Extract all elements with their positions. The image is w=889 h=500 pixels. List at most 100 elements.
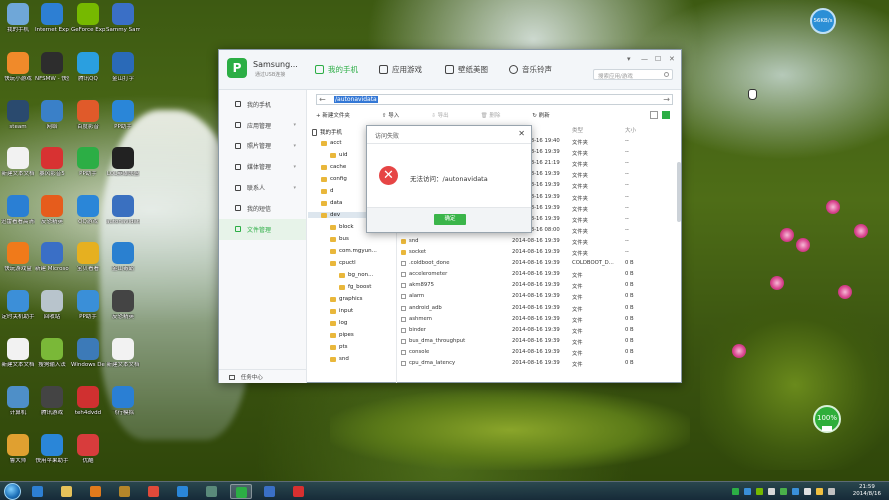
desktop-icon[interactable]: 宝贝看看	[71, 242, 105, 272]
desktop-icon[interactable]: 回收站	[35, 290, 69, 320]
tree-node[interactable]: fg_boost	[339, 284, 371, 290]
refresh-button[interactable]: ↻ 刷新	[532, 111, 565, 121]
desktop-icon[interactable]: 定时关机助手	[1, 290, 35, 320]
desktop-icon[interactable]: LOL英雄联盟	[106, 147, 140, 177]
chrome-taskbar[interactable]	[143, 484, 165, 499]
tray-flag-icon[interactable]	[768, 488, 775, 495]
file-row[interactable]: binder 2014-08-16 19:39 文件 0 B	[397, 325, 676, 336]
lips-taskbar[interactable]	[288, 484, 310, 499]
sidebar-item-contacts[interactable]: 联系人 ▾	[219, 177, 306, 198]
tree-node[interactable]: bus	[330, 236, 349, 242]
tree-node[interactable]: com.mgyun...	[330, 248, 377, 254]
path-bar[interactable]: ← /autonavidata →	[316, 94, 673, 105]
desktop-icon[interactable]: 新建文本文档	[1, 338, 35, 368]
desktop-icon[interactable]: 新建文本文档	[106, 338, 140, 368]
export-button[interactable]: ⇩ 导出	[431, 111, 464, 121]
tab-my-phone[interactable]: 我的手机	[315, 64, 358, 75]
desktop-icon[interactable]: 快玩游戏盒	[1, 242, 35, 272]
battery-widget[interactable]: 100%	[813, 405, 841, 433]
sidebar-item-media[interactable]: 媒体管理 ▾	[219, 156, 306, 177]
sidebar-item-apps[interactable]: 应用管理 ▾	[219, 115, 306, 136]
tree-node[interactable]: input	[330, 308, 353, 314]
desktop-icon[interactable]: 网络	[35, 100, 69, 130]
file-row[interactable]: accelerometer 2014-08-16 19:39 文件 0 B	[397, 269, 676, 280]
media-player-taskbar[interactable]	[85, 484, 107, 499]
tree-node[interactable]: cache	[321, 164, 346, 170]
list-view-icon[interactable]	[662, 111, 670, 119]
desktop-icon[interactable]: 腾讯QQ	[71, 52, 105, 82]
desktop-icon[interactable]: 反恐精英	[35, 195, 69, 225]
file-row[interactable]: console 2014-08-16 19:39 文件 0 B	[397, 347, 676, 358]
sidebar-item-my-phone[interactable]: 我的手机	[219, 94, 306, 115]
tree-node[interactable]: cpuctl	[330, 260, 356, 266]
close-icon[interactable]: ✕	[518, 129, 525, 138]
scrollbar[interactable]	[677, 162, 681, 222]
task-center-button[interactable]: 任务中心	[219, 369, 307, 383]
sidebar-item-files[interactable]: 文件管理	[219, 218, 306, 240]
column-header-type[interactable]: 类型	[572, 126, 583, 135]
new-folder-button[interactable]: + 新建文件夹	[316, 111, 366, 121]
file-row[interactable]: akm8975 2014-08-16 19:39 文件 0 B	[397, 280, 676, 291]
desktop-icon[interactable]: GeForce Experience	[71, 3, 105, 33]
tree-node[interactable]: bg_non...	[339, 272, 373, 278]
import-button[interactable]: ⇧ 导入	[382, 111, 415, 121]
tree-node[interactable]: snd	[330, 356, 349, 362]
tree-node[interactable]: graphics	[330, 296, 363, 302]
desktop-icon[interactable]: PP助手	[71, 147, 105, 177]
desktop-icon[interactable]: NFSMW - 快捷方式	[35, 52, 69, 82]
maximize-button[interactable]: ☐	[655, 55, 661, 63]
desktop-icon[interactable]: 新建 Microsoft Word	[35, 242, 69, 272]
path-input[interactable]: /autonavidata	[334, 96, 378, 103]
tree-node[interactable]: acct	[321, 140, 342, 146]
kuaiyong-taskbar[interactable]	[172, 484, 194, 499]
file-row[interactable]: .coldboot_done 2014-08-16 19:39 COLDBOOT_D…	[397, 258, 676, 269]
tree-node[interactable]: pipes	[330, 332, 354, 338]
desktop-icon[interactable]: teh4dvdd	[71, 386, 105, 416]
desktop-icon[interactable]: 优酷	[71, 434, 105, 464]
folder-taskbar[interactable]	[201, 484, 223, 499]
tree-node[interactable]: d	[321, 188, 334, 194]
start-button[interactable]	[4, 483, 21, 500]
desktop-icon[interactable]: 快玩小游戏	[1, 52, 35, 82]
desktop-icon[interactable]: 鲁大师	[1, 434, 35, 464]
game-taskbar[interactable]	[114, 484, 136, 499]
file-row[interactable]: snd 2014-08-16 19:39 文件夹 --	[397, 236, 676, 247]
desktop-icon[interactable]: 反恐精英	[106, 290, 140, 320]
desktop-icon[interactable]: 搜狗输入法	[35, 338, 69, 368]
tree-node[interactable]: 我的手机	[312, 128, 342, 136]
minimize-button[interactable]: —	[641, 55, 648, 63]
samsung-taskbar[interactable]	[259, 484, 281, 499]
desktop-icon[interactable]: Windows Defender	[71, 338, 105, 368]
pp-assistant-taskbar[interactable]	[230, 484, 252, 499]
desktop-icon[interactable]: Sammy Sam	[106, 3, 140, 33]
tree-node[interactable]: uid	[330, 152, 348, 158]
tree-node[interactable]: block	[330, 224, 354, 230]
explorer-taskbar[interactable]	[56, 484, 78, 499]
desktop-icon[interactable]: autonavidata	[106, 195, 140, 225]
desktop-icon[interactable]: 计算机	[1, 386, 35, 416]
tab-apps-games[interactable]: 应用游戏	[379, 64, 422, 75]
clock[interactable]: 21:59 2014/8/16	[853, 484, 881, 498]
tray-shield-icon[interactable]	[780, 488, 787, 495]
desktop-icon[interactable]: PP助手	[106, 100, 140, 130]
tray-nvidia-icon[interactable]	[756, 488, 763, 495]
delete-button[interactable]: 🗑 删除	[481, 111, 517, 121]
ie-taskbar[interactable]	[27, 484, 49, 499]
go-arrow-icon[interactable]: →	[663, 95, 670, 104]
desktop-icon[interactable]: 腾讯游戏	[35, 386, 69, 416]
file-row[interactable]: socket 2014-08-16 19:39 文件夹 --	[397, 247, 676, 258]
desktop-icon[interactable]: 新建文本文档	[1, 147, 35, 177]
network-speed-widget[interactable]: 56KB/s	[810, 8, 836, 34]
device-name[interactable]: Samsung...	[253, 60, 298, 69]
file-row[interactable]: ashmem 2014-08-16 19:39 文件 0 B	[397, 314, 676, 325]
desktop-icon[interactable]: 金山毒霸	[106, 242, 140, 272]
desktop-icon[interactable]: PP助手	[71, 290, 105, 320]
file-row[interactable]: cpu_dma_latency 2014-08-16 19:39 文件 0 B	[397, 358, 676, 369]
tray-ime-icon[interactable]	[816, 488, 823, 495]
desktop-icon[interactable]: 百度影音	[71, 100, 105, 130]
tray-volume-icon[interactable]	[804, 488, 811, 495]
file-row[interactable]: bus_dma_throughput 2014-08-16 19:39 文件 0 B	[397, 336, 676, 347]
tree-node[interactable]: log	[330, 320, 347, 326]
back-arrow-icon[interactable]: ←	[319, 95, 326, 104]
tab-music-ringtones[interactable]: 音乐铃声	[509, 64, 552, 75]
